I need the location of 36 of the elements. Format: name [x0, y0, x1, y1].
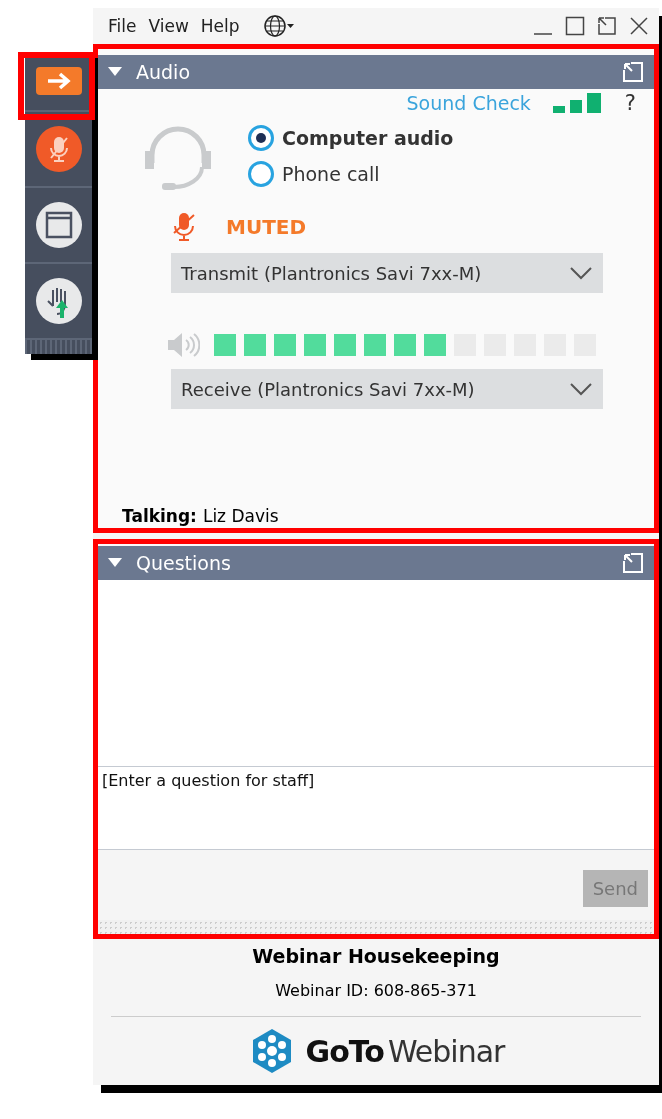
talking-label: Talking: [122, 506, 197, 526]
pop-out-icon[interactable] [597, 16, 617, 36]
signal-bars-icon [552, 93, 603, 113]
radio-option[interactable]: Phone call [248, 161, 454, 187]
muted-microphone-icon[interactable] [172, 211, 196, 243]
chevron-down-icon [569, 266, 593, 280]
question-input[interactable]: [Enter a question for staff] [98, 767, 654, 850]
webinar-id: Webinar ID: 608-865-371 [275, 981, 477, 1000]
grip-handle[interactable] [25, 340, 92, 354]
chevron-down-icon [569, 382, 593, 396]
panel-header[interactable]: Questions [98, 546, 654, 580]
webinar-title: Webinar Housekeeping [252, 945, 500, 967]
collapse-triangle-icon[interactable] [108, 558, 122, 568]
window-icon[interactable] [35, 202, 82, 248]
globe-icon[interactable] [263, 14, 294, 38]
panel-header[interactable]: Audio [98, 55, 654, 89]
menu-item[interactable]: Help [200, 16, 240, 36]
transmit-dropdown[interactable]: Transmit (Plantronics Savi 7xx-M) [171, 253, 603, 293]
help-button[interactable]: ? [624, 91, 636, 115]
speaker-icon [166, 331, 200, 359]
receive-dropdown[interactable]: Receive (Plantronics Savi 7xx-M) [171, 369, 603, 409]
panel-title: Questions [136, 552, 231, 574]
close-icon[interactable] [629, 16, 649, 36]
maximize-icon[interactable] [565, 16, 585, 36]
brand-product: Webinar [387, 1033, 505, 1069]
resize-grip[interactable] [98, 920, 654, 934]
radio-option[interactable]: Computer audio [248, 125, 454, 151]
muted-microphone-icon[interactable] [35, 126, 82, 172]
menu-item[interactable]: File [108, 16, 137, 36]
brand-name: GoTo [305, 1033, 384, 1069]
mic-status: MUTED [226, 215, 307, 239]
panel-title: Audio [136, 61, 190, 83]
collapse-triangle-icon[interactable] [108, 67, 122, 77]
menu-item[interactable]: View [148, 16, 189, 36]
talker-name: Liz Davis [202, 506, 279, 526]
raise-hand-icon[interactable] [35, 278, 82, 324]
